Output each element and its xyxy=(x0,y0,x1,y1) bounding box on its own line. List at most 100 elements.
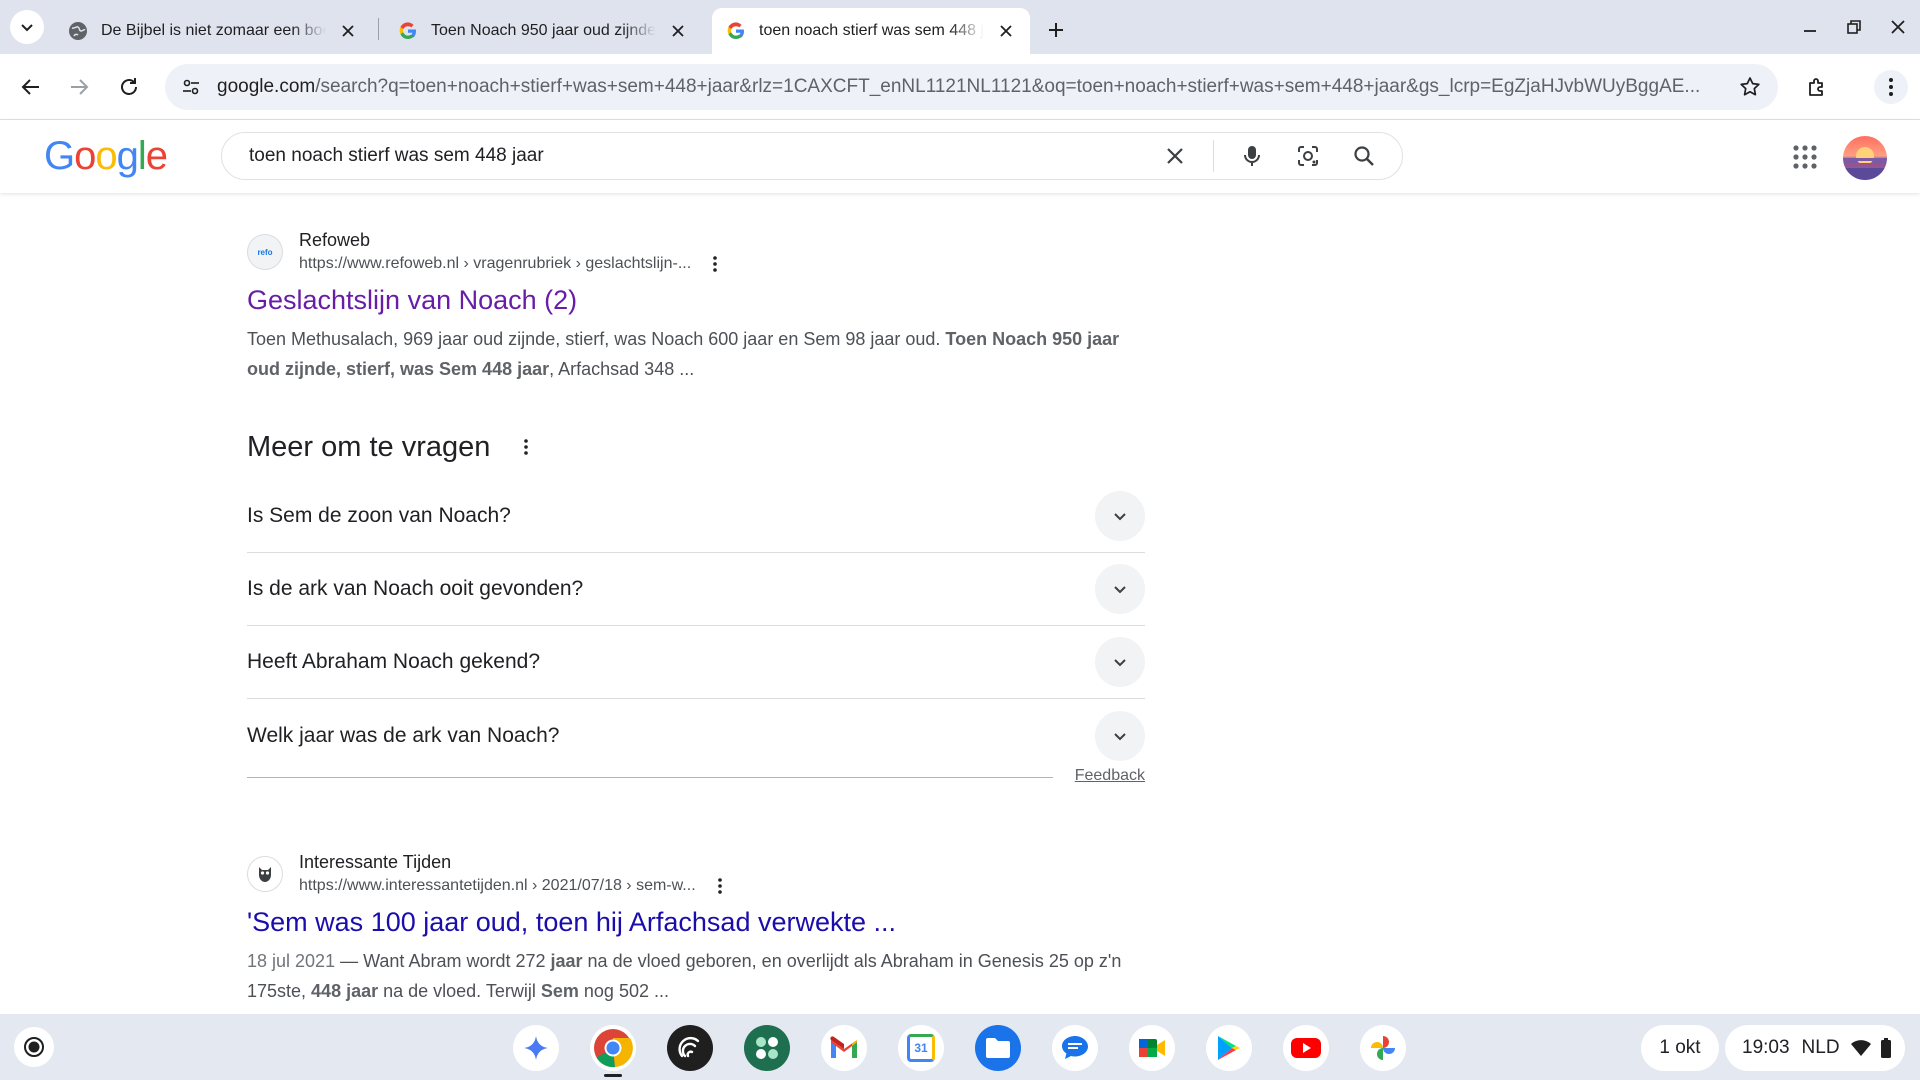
bookmark-star-icon[interactable] xyxy=(1738,75,1762,99)
logo-letter: l xyxy=(137,134,147,178)
reload-button[interactable] xyxy=(112,70,146,104)
result-snippet: 18 jul 2021 — Want Abram wordt 272 jaar … xyxy=(247,946,1147,1006)
podcast-app-icon[interactable] xyxy=(667,1025,713,1071)
site-settings-icon[interactable] xyxy=(179,75,203,99)
tab-active-search[interactable]: toen noach stierf was sem 448 jaar xyxy=(712,8,1030,54)
voice-search-button[interactable] xyxy=(1234,138,1270,174)
messages-app-icon[interactable] xyxy=(1052,1025,1098,1071)
more-vertical-icon[interactable] xyxy=(708,874,732,898)
gemini-app-icon[interactable] xyxy=(513,1025,559,1071)
clock-text: 19:03 xyxy=(1742,1037,1790,1058)
calendar-app-icon[interactable]: 31 xyxy=(898,1025,944,1071)
url-host: google.com xyxy=(217,76,316,97)
minimize-button[interactable] xyxy=(1797,14,1823,40)
tab-bijbel[interactable]: De Bijbel is niet zomaar een boek xyxy=(54,8,372,54)
tab-search-button[interactable] xyxy=(10,10,44,44)
clear-search-button[interactable] xyxy=(1157,138,1193,174)
feedback-link[interactable]: Feedback xyxy=(1075,767,1145,785)
photos-app-icon[interactable] xyxy=(1360,1025,1406,1071)
logo-letter: o xyxy=(95,134,117,178)
site-url[interactable]: https://www.refoweb.nl › vragenrubriek ›… xyxy=(299,253,691,275)
restore-button[interactable] xyxy=(1841,14,1867,40)
result-title-link[interactable]: 'Sem was 100 jaar oud, toen hij Arfachsa… xyxy=(247,904,1147,940)
site-url[interactable]: https://www.interessantetijden.nl › 2021… xyxy=(299,875,696,897)
paa-footer: Feedback xyxy=(247,767,1145,787)
search-box[interactable]: toen noach stierf was sem 448 jaar xyxy=(221,132,1403,180)
arrow-left-icon xyxy=(21,79,39,95)
chevron-down-icon[interactable] xyxy=(1095,710,1145,761)
tab-title: toen noach stierf was sem 448 jaar xyxy=(759,22,984,39)
chrome-app-icon[interactable] xyxy=(590,1025,636,1071)
active-app-indicator xyxy=(604,1074,622,1077)
more-vertical-icon[interactable] xyxy=(514,435,538,459)
search-button[interactable] xyxy=(1346,138,1382,174)
close-icon[interactable] xyxy=(338,21,358,41)
close-icon[interactable] xyxy=(996,21,1016,41)
paa-question-text: Welk jaar was de ark van Noach? xyxy=(247,723,560,747)
launcher-button[interactable] xyxy=(14,1027,54,1067)
plus-icon xyxy=(1049,23,1063,37)
tab-title: Toen Noach 950 jaar oud zijnde xyxy=(431,22,656,39)
files-app-icon[interactable] xyxy=(975,1025,1021,1071)
menu-button[interactable] xyxy=(1874,70,1908,104)
reload-icon xyxy=(121,78,137,95)
search-input[interactable]: toen noach stierf was sem 448 jaar xyxy=(249,145,1157,167)
google-logo[interactable]: Google xyxy=(44,134,168,179)
youtube-app-icon[interactable] xyxy=(1283,1025,1329,1071)
paa-question-text: Is de ark van Noach ooit gevonden? xyxy=(247,577,584,600)
logo-letter: g xyxy=(116,134,139,178)
tab-toen-noach[interactable]: Toen Noach 950 jaar oud zijnde xyxy=(384,8,702,54)
search-result-interessante-tijden: Interessante Tijden https://www.interess… xyxy=(247,850,1147,1006)
meet-app-icon[interactable] xyxy=(1129,1025,1175,1071)
paa-question-text: Is Sem de zoon van Noach? xyxy=(247,504,511,527)
close-icon[interactable] xyxy=(668,21,688,41)
gmail-app-icon[interactable] xyxy=(821,1025,867,1071)
close-window-button[interactable] xyxy=(1885,14,1911,40)
status-tray[interactable]: 19:03 NLD xyxy=(1725,1025,1905,1071)
site-favicon xyxy=(247,856,283,892)
google-g-icon xyxy=(726,21,746,41)
date-text: 1 okt xyxy=(1659,1037,1701,1058)
paa-question-text: Heeft Abraham Noach gekend? xyxy=(247,650,541,673)
logo-letter: G xyxy=(44,134,75,178)
site-favicon: refo xyxy=(247,234,283,270)
chevron-down-icon[interactable] xyxy=(1095,564,1145,614)
snippet-text: nog 502 ... xyxy=(578,981,669,1001)
search-divider xyxy=(1213,140,1214,172)
restore-icon xyxy=(1847,20,1861,34)
snippet-text: — xyxy=(335,951,364,971)
date-pill[interactable]: 1 okt xyxy=(1641,1025,1719,1071)
close-icon xyxy=(1891,20,1905,34)
app-grid-icon[interactable] xyxy=(744,1025,790,1071)
chevron-down-icon xyxy=(21,24,33,32)
forward-button[interactable] xyxy=(62,70,96,104)
back-button[interactable] xyxy=(14,70,48,104)
snippet-text: na de vloed. Terwijl xyxy=(378,981,541,1001)
logo-letter: e xyxy=(145,134,168,178)
result-title-link[interactable]: Geslachtslijn van Noach (2) xyxy=(247,282,1147,318)
google-g-icon xyxy=(398,21,418,41)
play-store-app-icon[interactable] xyxy=(1206,1025,1252,1071)
extensions-button[interactable] xyxy=(1800,70,1834,104)
address-bar[interactable]: google.com/search?q=toen+noach+stierf+wa… xyxy=(165,64,1778,110)
paa-question[interactable]: Heeft Abraham Noach gekend? xyxy=(247,626,1145,699)
battery-icon xyxy=(1880,1038,1892,1058)
snippet-highlight: 448 jaar xyxy=(311,981,379,1001)
input-language: NLD xyxy=(1801,1037,1840,1058)
lens-search-button[interactable] xyxy=(1290,138,1326,174)
account-avatar[interactable] xyxy=(1843,136,1887,180)
site-name[interactable]: Interessante Tijden xyxy=(299,850,732,874)
tab-strip: De Bijbel is niet zomaar een boek Toen N… xyxy=(0,0,1920,54)
chevron-down-icon[interactable] xyxy=(1095,491,1145,541)
paa-question[interactable]: Welk jaar was de ark van Noach? xyxy=(247,699,1145,772)
paa-question[interactable]: Is de ark van Noach ooit gevonden? xyxy=(247,553,1145,626)
site-name[interactable]: Refoweb xyxy=(299,228,727,252)
google-apps-icon[interactable] xyxy=(1792,144,1818,170)
tab-separator xyxy=(378,18,379,40)
paa-question[interactable]: Is Sem de zoon van Noach? xyxy=(247,480,1145,553)
new-tab-button[interactable] xyxy=(1042,16,1070,44)
chevron-down-icon[interactable] xyxy=(1095,637,1145,687)
site-url-row: https://www.refoweb.nl › vragenrubriek ›… xyxy=(299,252,727,276)
more-vertical-icon[interactable] xyxy=(703,252,727,276)
result-site-row: Interessante Tijden https://www.interess… xyxy=(247,850,1147,898)
